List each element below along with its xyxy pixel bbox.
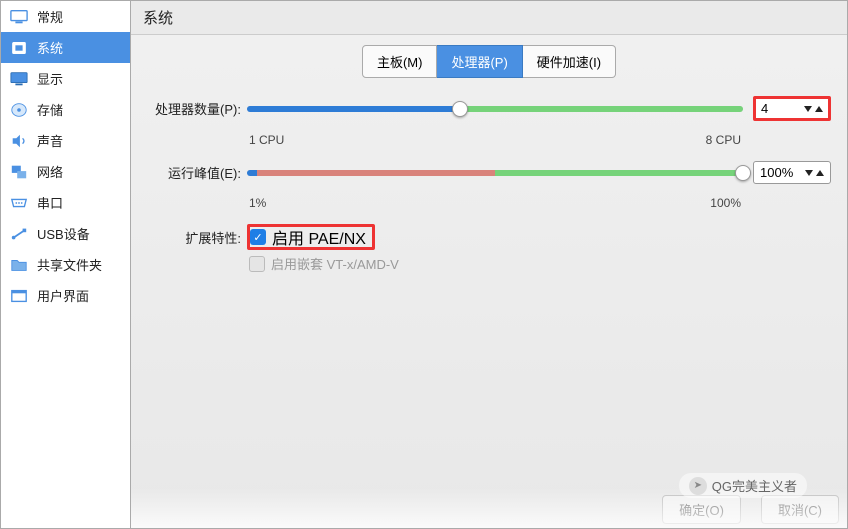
- wechat-icon: ➤: [689, 477, 707, 495]
- cap-max-label: 100%: [710, 196, 741, 210]
- network-icon: [9, 163, 29, 181]
- sidebar-item-shared[interactable]: 共享文件夹: [1, 249, 130, 280]
- chevron-down-icon[interactable]: [804, 106, 812, 112]
- exec-cap-slider[interactable]: [247, 170, 743, 176]
- page-title: 系统: [131, 1, 847, 35]
- sidebar-item-storage[interactable]: 存储: [1, 94, 130, 125]
- pae-nx-label: 启用 PAE/NX: [272, 225, 366, 249]
- sidebar-item-label: USB设备: [37, 224, 90, 243]
- tabs: 主板(M) 处理器(P) 硬件加速(I): [143, 45, 835, 78]
- cpu-count-spinner[interactable]: 4: [753, 96, 831, 121]
- sidebar-item-label: 常规: [37, 7, 63, 26]
- chevron-down-icon[interactable]: [805, 170, 813, 176]
- sidebar-item-general[interactable]: 常规: [1, 1, 130, 32]
- sidebar-item-label: 共享文件夹: [37, 255, 102, 274]
- sidebar-item-display[interactable]: 显示: [1, 63, 130, 94]
- sidebar-item-label: 声音: [37, 131, 63, 150]
- footer: 确定(O) 取消(C): [662, 495, 839, 524]
- folder-icon: [9, 256, 29, 274]
- cpu-count-slider[interactable]: [247, 106, 743, 112]
- slider-thumb[interactable]: [735, 165, 751, 181]
- nested-vt-checkbox[interactable]: [249, 256, 265, 272]
- sidebar: 常规 系统 显示 存储 声音 网络 串口 USB设备 共享文件夹 用户界面: [1, 1, 131, 528]
- tab-acceleration[interactable]: 硬件加速(I): [523, 45, 616, 78]
- serial-icon: [9, 194, 29, 212]
- speaker-icon: [9, 132, 29, 150]
- pae-nx-checkbox[interactable]: ✓: [250, 229, 266, 245]
- watermark: ➤QG完美主义者: [679, 473, 807, 498]
- monitor-icon: [9, 70, 29, 88]
- cpu-min-label: 1 CPU: [249, 133, 284, 147]
- slider-thumb[interactable]: [452, 101, 468, 117]
- exec-cap-value: 100%: [760, 165, 793, 180]
- sidebar-item-label: 用户界面: [37, 286, 89, 305]
- window-icon: [9, 287, 29, 305]
- sidebar-item-label: 显示: [37, 69, 63, 88]
- nested-vt-label: 启用嵌套 VT-x/AMD-V: [271, 254, 399, 273]
- sidebar-item-label: 串口: [37, 193, 63, 212]
- tab-processor[interactable]: 处理器(P): [437, 45, 522, 78]
- sidebar-item-network[interactable]: 网络: [1, 156, 130, 187]
- disk-icon: [9, 101, 29, 119]
- cancel-button[interactable]: 取消(C): [761, 495, 839, 524]
- sidebar-item-audio[interactable]: 声音: [1, 125, 130, 156]
- sidebar-item-serial[interactable]: 串口: [1, 187, 130, 218]
- sidebar-item-ui[interactable]: 用户界面: [1, 280, 130, 311]
- usb-icon: [9, 225, 29, 243]
- sidebar-item-label: 存储: [37, 100, 63, 119]
- exec-cap-spinner[interactable]: 100%: [753, 161, 831, 184]
- exec-cap-label: 运行峰值(E):: [147, 163, 247, 182]
- ext-label: 扩展特性:: [147, 228, 247, 247]
- sidebar-item-label: 网络: [37, 162, 63, 181]
- tab-motherboard[interactable]: 主板(M): [362, 45, 438, 78]
- cpu-count-value: 4: [761, 101, 768, 116]
- cpu-count-label: 处理器数量(P):: [147, 99, 247, 118]
- display-icon: [9, 8, 29, 26]
- cpu-max-label: 8 CPU: [706, 133, 741, 147]
- sidebar-item-usb[interactable]: USB设备: [1, 218, 130, 249]
- chevron-up-icon[interactable]: [816, 170, 824, 176]
- sidebar-item-label: 系统: [37, 38, 63, 57]
- sidebar-item-system[interactable]: 系统: [1, 32, 130, 63]
- ok-button[interactable]: 确定(O): [662, 495, 741, 524]
- chip-icon: [9, 39, 29, 57]
- cap-min-label: 1%: [249, 196, 266, 210]
- chevron-up-icon[interactable]: [815, 106, 823, 112]
